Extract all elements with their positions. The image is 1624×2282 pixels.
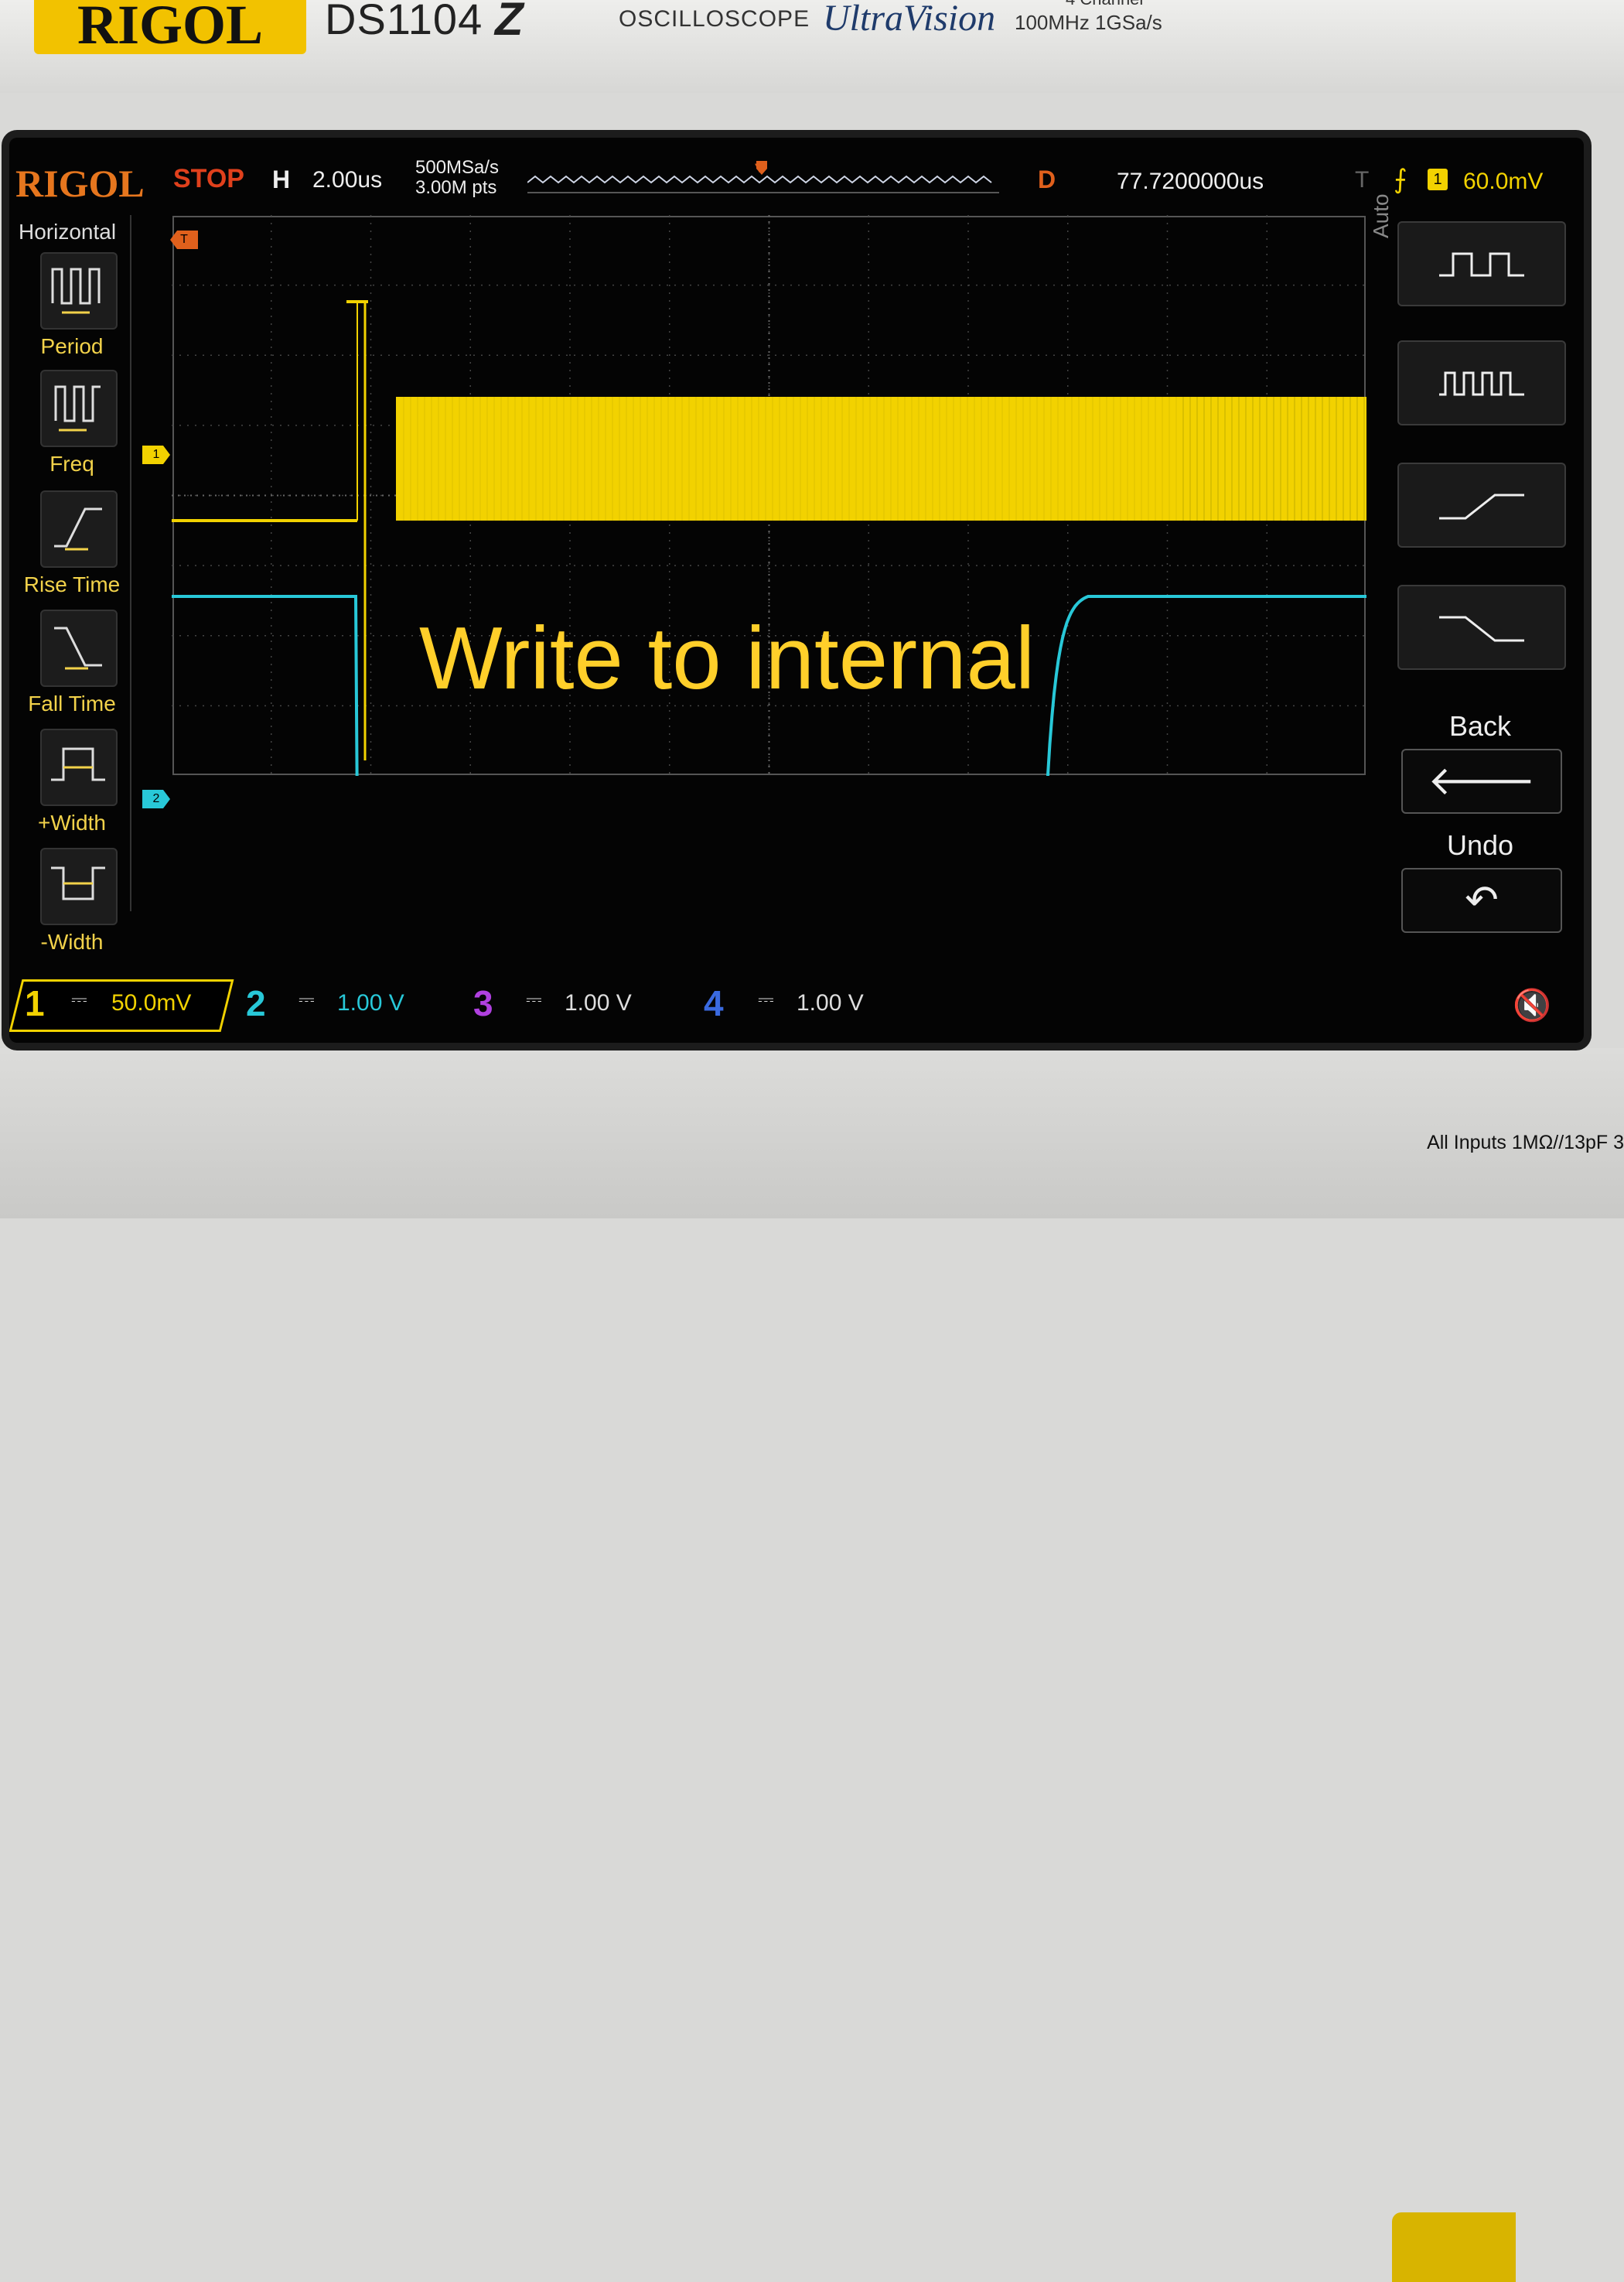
measure-positive-width-button[interactable] — [40, 729, 118, 806]
fall-time-icon — [54, 627, 102, 670]
delay-label: D — [1038, 166, 1056, 193]
ch3-coupling-icon: ⎓ — [526, 987, 542, 1010]
model-suffix: Z — [495, 0, 524, 45]
slow-square-wave-icon — [1439, 252, 1524, 277]
annotation-text: Write to internal — [419, 610, 1035, 708]
ch1-scale[interactable]: 50.0mV — [111, 990, 191, 1016]
ch4-scale[interactable]: 1.00 V — [797, 990, 864, 1016]
measure-rise-time-label: Rise Time — [23, 572, 121, 596]
model-number: DS1104 — [325, 0, 483, 43]
measure-negative-width-label: -Width — [40, 930, 104, 954]
front-panel-knob[interactable] — [1392, 2212, 1516, 2282]
ch4-number[interactable]: 4 — [704, 982, 724, 1024]
measure-negative-width-button[interactable] — [40, 848, 118, 925]
run-stop-status[interactable]: STOP — [173, 164, 244, 194]
rising-ramp-key[interactable] — [1397, 463, 1566, 548]
speaker-mute-icon[interactable]: 🔇 — [1513, 987, 1551, 1023]
measure-rise-time-button[interactable] — [40, 490, 118, 568]
ch1-coupling-icon: ⎓ — [71, 987, 87, 1010]
undo-icon: ↶ — [1465, 878, 1499, 923]
falling-ramp-key[interactable] — [1397, 585, 1566, 670]
trigger-label: T — [1355, 167, 1370, 193]
fast-square-wave-icon — [1439, 371, 1524, 396]
measure-freq-button[interactable] — [40, 370, 118, 447]
back-button[interactable]: 🡐 — [1401, 749, 1562, 814]
trigger-position-marker: ▼ — [752, 159, 767, 176]
negative-width-icon — [51, 866, 105, 900]
menu-title: Horizontal — [19, 220, 117, 244]
back-label: Back — [1448, 710, 1512, 742]
timebase-value[interactable]: 2.00us — [312, 167, 382, 193]
trigger-level-value[interactable]: 60.0mV — [1463, 169, 1543, 195]
frequency-icon — [54, 385, 101, 432]
ch3-scale[interactable]: 1.00 V — [565, 990, 632, 1016]
instrument-bezel-top: RIGOL DS1104 Z OSCILLOSCOPE UltraVision … — [0, 0, 1624, 93]
measure-positive-width-label: +Width — [38, 811, 106, 835]
screen-brand: RIGOL — [15, 162, 145, 205]
trigger-source-badge: 1 — [1428, 169, 1448, 190]
channel-status-bar: 1 ⎓ 50.0mV 2 ⎓ 1.00 V 3 ⎓ 1.00 V 4 ⎓ 1.0… — [9, 979, 1584, 1033]
measure-fall-time-label: Fall Time — [28, 692, 116, 716]
ch1-number[interactable]: 1 — [25, 982, 45, 1024]
ch3-number[interactable]: 3 — [473, 982, 493, 1024]
horizontal-delay-value[interactable]: 77.7200000us — [1117, 169, 1264, 195]
slow-square-wave-key[interactable] — [1397, 221, 1566, 306]
ch2-scale[interactable]: 1.00 V — [337, 990, 404, 1016]
rise-time-icon — [54, 507, 102, 551]
fast-square-wave-key[interactable] — [1397, 340, 1566, 425]
undo-button[interactable]: ↶ — [1401, 868, 1562, 933]
instrument-bezel-bottom — [0, 1048, 1624, 2282]
measure-freq-label: Freq — [49, 452, 94, 476]
rising-ramp-icon — [1439, 494, 1524, 520]
period-icon — [51, 268, 101, 314]
oscilloscope-screen: RIGOL STOP H 2.00us 500MSa/s 3.00M pts D… — [9, 138, 1584, 1043]
memory-depth: 3.00M pts — [415, 177, 497, 198]
measurement-menu: Horizontal Period Freq Rise Time Fall Ti… — [14, 215, 131, 954]
arrow-left-icon: 🡐 — [1428, 759, 1536, 804]
positive-width-icon — [51, 747, 105, 781]
undo-label: Undo — [1446, 829, 1514, 861]
ch4-coupling-icon: ⎓ — [758, 987, 774, 1010]
instrument-type: OSCILLOSCOPE — [619, 6, 810, 32]
measure-fall-time-button[interactable] — [40, 610, 118, 687]
ch2-number[interactable]: 2 — [246, 982, 266, 1024]
rising-edge-icon: ⨍ — [1394, 165, 1407, 194]
measure-period-button[interactable] — [40, 252, 118, 330]
horizontal-label: H — [272, 166, 291, 193]
ch1-ground-marker[interactable]: 1 — [142, 446, 170, 464]
falling-ramp-icon — [1439, 616, 1524, 642]
ch2-ground-marker[interactable]: 2 — [142, 790, 170, 808]
auto-label: Auto — [1369, 193, 1393, 238]
channel-count: 4 Channel — [1066, 0, 1143, 9]
ultravision-logo: UltraVision — [823, 0, 996, 39]
measure-period-label: Period — [40, 334, 104, 358]
instrument-spec: 100MHz 1GSa/s — [1015, 11, 1162, 34]
sample-rate: 500MSa/s — [415, 157, 500, 178]
ch2-coupling-icon: ⎓ — [299, 987, 315, 1010]
acquisition-info: 500MSa/s 3.00M pts — [415, 158, 499, 198]
input-spec-label: All Inputs 1MΩ//13pF 3 — [1427, 1132, 1624, 1153]
rigol-logo: RIGOL — [34, 0, 306, 56]
